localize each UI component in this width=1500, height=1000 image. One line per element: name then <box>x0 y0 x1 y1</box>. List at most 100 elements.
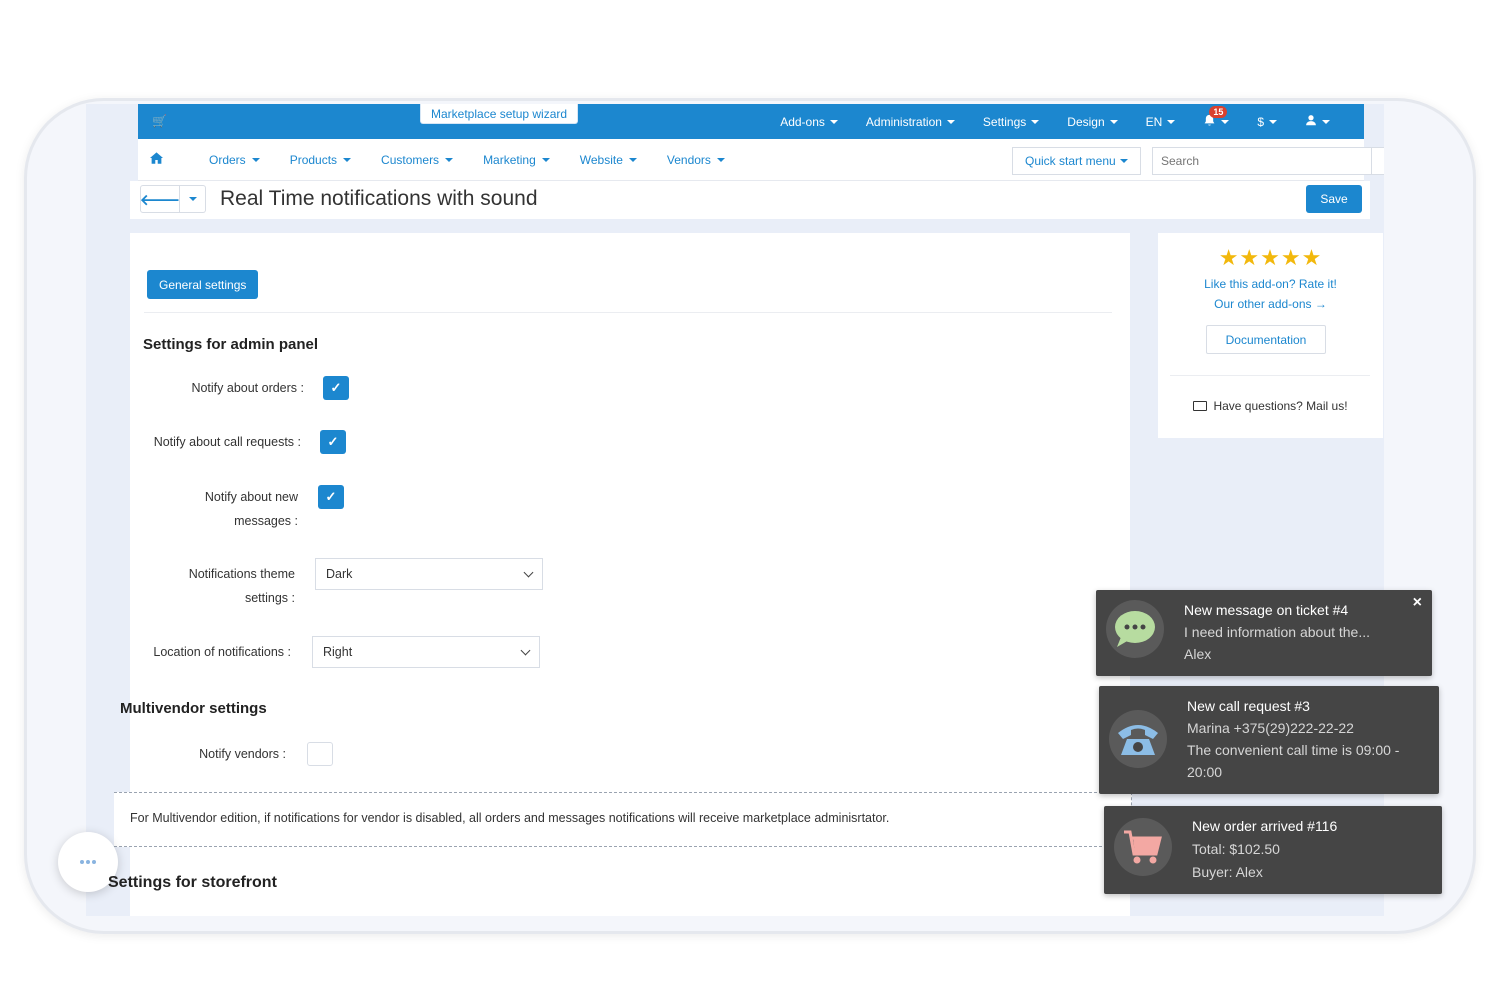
storefront-section-title: Settings for storefront <box>108 874 277 891</box>
caret-down-icon <box>628 158 637 162</box>
divider <box>1170 375 1370 376</box>
notifications-bell-button[interactable]: 15 <box>1189 105 1243 130</box>
caret-down-icon <box>541 158 550 162</box>
mail-us-link[interactable]: Have questions? Mail us! <box>1158 399 1383 413</box>
marketplace-setup-wizard-button[interactable]: Marketplace setup wizard <box>420 104 579 124</box>
menu-customers[interactable]: Customers <box>366 153 468 167</box>
toast-text: The convenient call time is 09:00 - <box>1187 742 1400 758</box>
multivendor-note: For Multivendor edition, if notification… <box>114 792 1132 847</box>
toast-text: Alex <box>1184 646 1212 662</box>
toast-title: New order arrived #116 <box>1192 818 1338 834</box>
shopping-cart-icon <box>1114 818 1172 876</box>
user-menu[interactable] <box>1291 114 1344 129</box>
caret-down-icon <box>343 158 352 162</box>
toast-title: New message on ticket #4 <box>1184 602 1349 618</box>
stage: 🛒 Marketplace setup wizard Add-ons Admin… <box>0 0 1500 1000</box>
caret-down-icon <box>1031 119 1040 124</box>
top-bar: 🛒 Marketplace setup wizard Add-ons Admin… <box>138 104 1364 139</box>
tab-general-settings[interactable]: General settings <box>147 270 259 299</box>
top-nav-settings[interactable]: Settings <box>969 115 1053 129</box>
home-icon[interactable] <box>150 152 163 167</box>
location-label: Location of notifications : <box>153 645 291 659</box>
toast-title: New call request #3 <box>1187 698 1310 714</box>
notify-vendors-label: Notify vendors : <box>199 747 286 761</box>
notify-orders-checkbox[interactable]: ✓ <box>323 376 349 400</box>
dot-icon <box>86 860 90 864</box>
close-icon[interactable]: × <box>1413 594 1422 612</box>
location-select[interactable]: Right <box>312 636 540 668</box>
menu-products[interactable]: Products <box>275 153 366 167</box>
back-dropdown-button[interactable] <box>180 185 206 213</box>
toast-text: I need information about the... <box>1184 624 1371 640</box>
menu-orders[interactable]: Orders <box>194 153 275 167</box>
top-nav-administration[interactable]: Administration <box>852 115 969 129</box>
page-title: Real Time notifications with sound <box>220 187 538 210</box>
app-screen: 🛒 Marketplace setup wizard Add-ons Admin… <box>86 104 1384 916</box>
top-nav-addons[interactable]: Add-ons <box>766 115 852 129</box>
toast-new-order[interactable]: New order arrived #116 Total: $102.50 Bu… <box>1104 806 1442 894</box>
chat-bubble-icon <box>1106 600 1164 658</box>
back-button[interactable]: 🡐 <box>140 185 180 213</box>
notification-count-badge: 15 <box>1209 105 1228 118</box>
toast-text: Total: $102.50 <box>1192 841 1280 857</box>
toast-text: 20:00 <box>1187 764 1223 780</box>
divider <box>144 312 1112 313</box>
other-addons-link[interactable]: Our other add-ons → <box>1158 297 1383 311</box>
documentation-button[interactable]: Documentation <box>1206 325 1326 354</box>
rating-stars[interactable]: ★★★★★ <box>1158 245 1383 271</box>
toast-call-request[interactable]: New call request #3 Marina +375(29)222-2… <box>1099 686 1439 794</box>
notify-messages-checkbox[interactable]: ✓ <box>318 485 344 509</box>
notify-messages-label: Notify about new messages : <box>204 490 298 528</box>
notify-orders-label: Notify about orders : <box>191 381 304 395</box>
toast-new-message[interactable]: New message on ticket #4 I need informat… <box>1096 590 1432 676</box>
rate-addon-link[interactable]: Like this add-on? Rate it! <box>1158 277 1383 291</box>
chevron-down-icon <box>523 567 534 577</box>
check-icon: ✓ <box>325 489 337 504</box>
main-menu: Orders Products Customers Marketing Webs… <box>194 139 740 181</box>
main-nav: Orders Products Customers Marketing Webs… <box>138 139 1384 181</box>
quick-start-menu-button[interactable]: Quick start menu <box>1012 147 1141 175</box>
caret-down-icon <box>829 119 838 124</box>
caret-down-icon <box>1109 119 1118 124</box>
check-icon: ✓ <box>327 434 339 449</box>
caret-down-icon <box>445 158 454 162</box>
notify-calls-label: Notify about call requests : <box>153 435 301 449</box>
caret-down-icon <box>1269 119 1277 124</box>
dot-icon <box>80 860 84 864</box>
menu-vendors[interactable]: Vendors <box>652 153 740 167</box>
top-nav: Add-ons Administration Settings Design E… <box>766 104 1344 139</box>
caret-down-icon <box>1119 159 1128 163</box>
chevron-down-icon <box>520 645 531 655</box>
store-cart-icon[interactable]: 🛒 <box>152 114 167 128</box>
notify-vendors-checkbox[interactable] <box>307 742 333 766</box>
top-nav-design[interactable]: Design <box>1053 115 1131 129</box>
caret-down-icon <box>946 119 955 124</box>
user-icon <box>1305 114 1317 129</box>
search-input[interactable] <box>1152 147 1372 175</box>
multivendor-section-title: Multivendor settings <box>120 700 267 717</box>
addon-info-panel: ★★★★★ Like this add-on? Rate it! Our oth… <box>1158 233 1383 438</box>
search-button[interactable] <box>1372 147 1384 175</box>
caret-down-icon <box>1167 119 1176 124</box>
arrow-left-icon: 🡐 <box>139 191 181 209</box>
menu-website[interactable]: Website <box>565 153 652 167</box>
check-icon: ✓ <box>330 380 342 395</box>
toast-text: Marina +375(29)222-22-22 <box>1187 720 1354 736</box>
admin-section-title: Settings for admin panel <box>143 336 319 353</box>
telephone-icon <box>1109 710 1167 768</box>
menu-marketing[interactable]: Marketing <box>468 153 565 167</box>
save-button[interactable]: Save <box>1306 185 1362 213</box>
envelope-icon <box>1193 401 1208 411</box>
notify-calls-checkbox[interactable]: ✓ <box>320 430 346 454</box>
theme-select[interactable]: Dark <box>315 558 543 590</box>
settings-panel: General settings Settings for admin pane… <box>114 233 1132 916</box>
caret-down-icon <box>1322 119 1330 124</box>
title-bar: 🡐 Real Time notifications with sound Sav… <box>130 181 1370 219</box>
caret-down-icon <box>188 197 197 201</box>
currency-menu[interactable]: $ <box>1243 115 1291 129</box>
caret-down-icon <box>1221 119 1230 124</box>
top-nav-language[interactable]: EN <box>1132 115 1190 129</box>
theme-label: Notifications theme settings : <box>188 567 295 605</box>
caret-down-icon <box>716 158 725 162</box>
caret-down-icon <box>251 158 260 162</box>
